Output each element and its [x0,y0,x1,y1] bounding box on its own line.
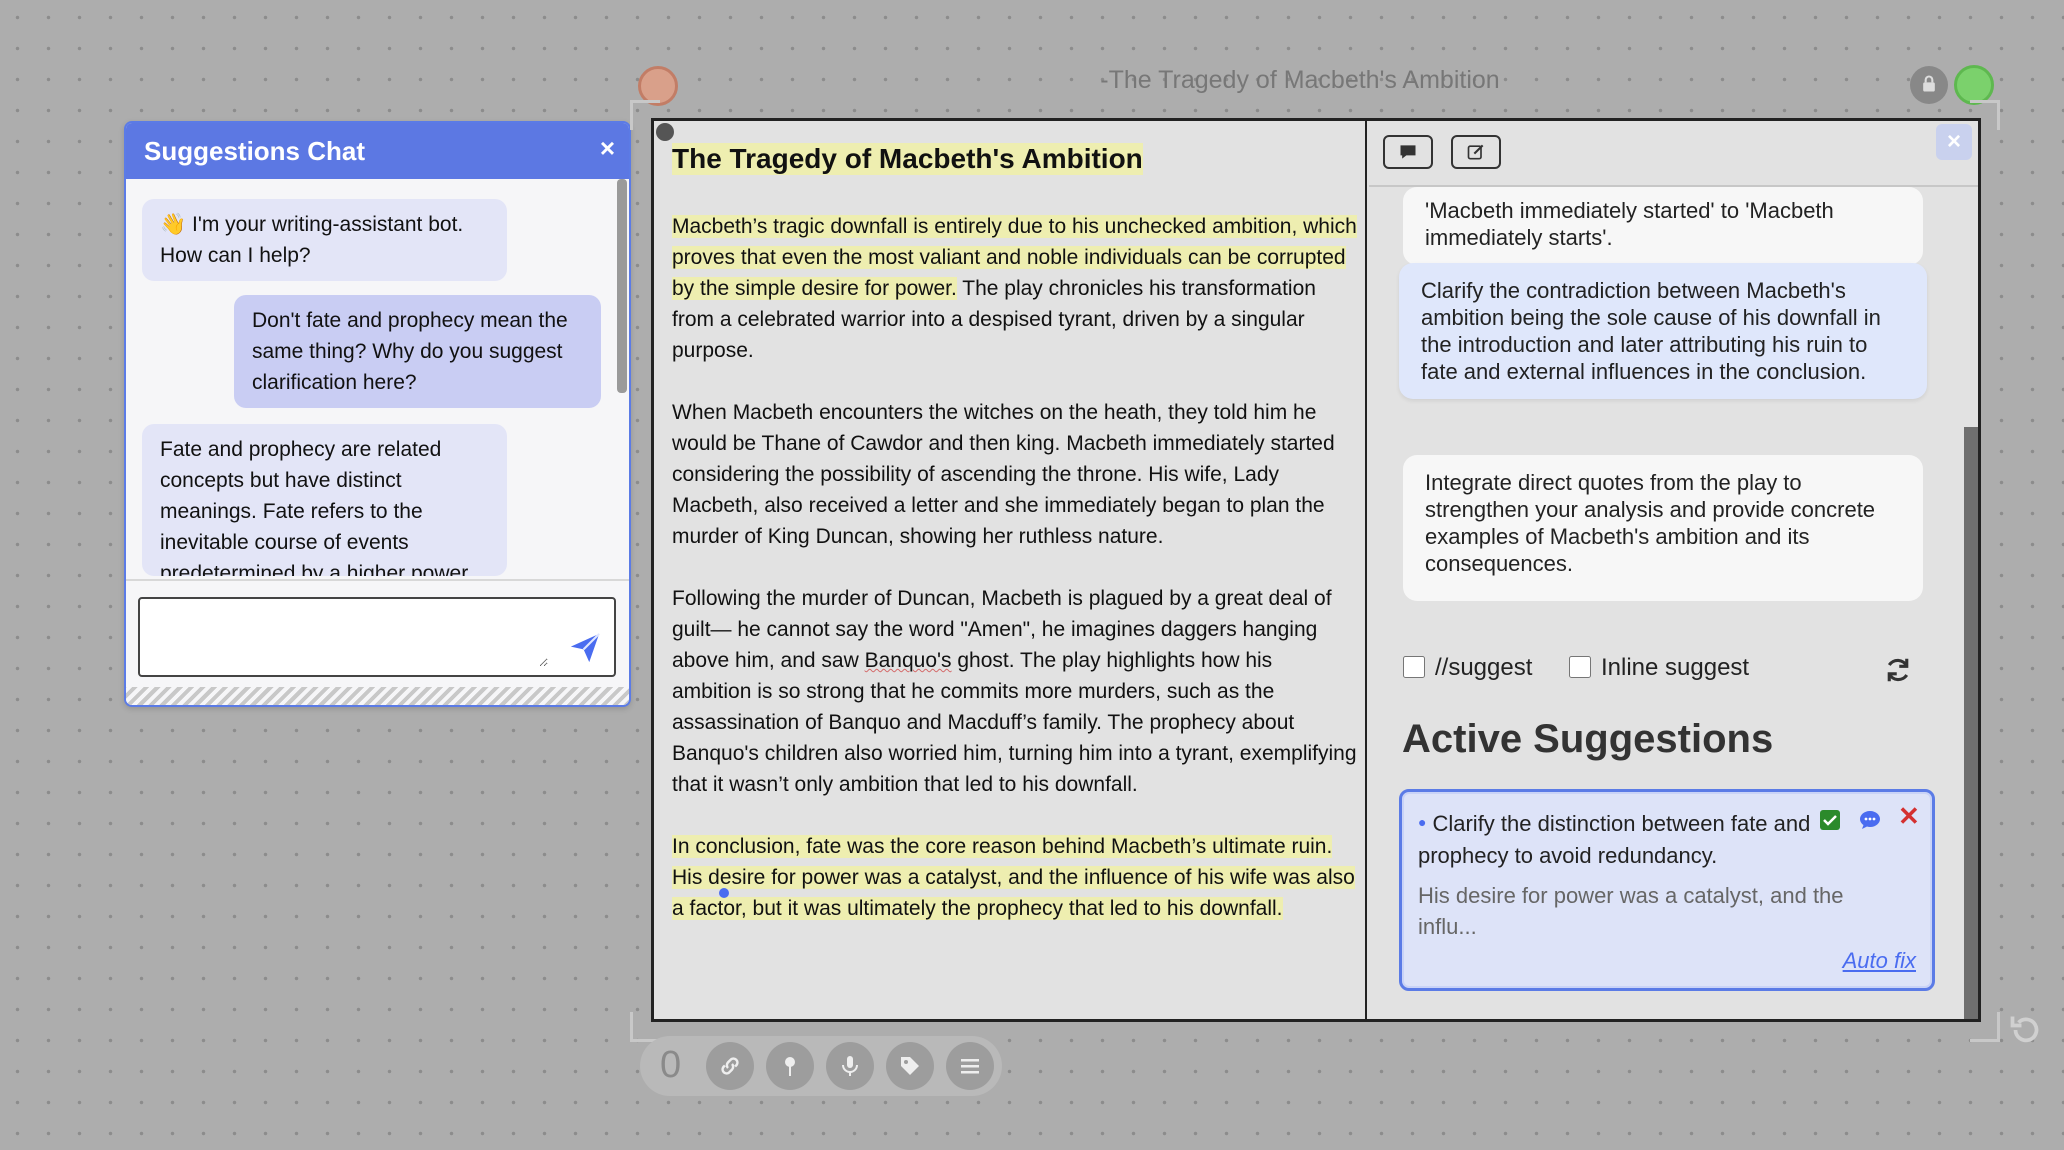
status-indicator[interactable] [1954,65,1994,105]
mic-button[interactable] [826,1042,874,1090]
undo-icon[interactable] [2008,1012,2044,1048]
edit-button[interactable] [1451,135,1501,169]
paragraph[interactable]: In conclusion, fate was the core reason … [672,831,1357,924]
drag-handle[interactable] [656,123,674,141]
reject-icon[interactable]: ✕ [1898,803,1920,829]
check-icon [1823,815,1837,826]
tag-icon [901,1057,919,1075]
essay-pane[interactable]: The Tragedy of Macbeth's Ambition Macbet… [654,121,1367,1019]
edit-icon [1467,144,1484,160]
auto-fix-link[interactable]: Auto fix [1843,948,1916,974]
lock-button[interactable] [1910,66,1948,104]
accept-icon[interactable] [1820,810,1840,830]
comment-button[interactable] [1383,135,1433,169]
inline-suggest-checkbox[interactable] [1569,655,1591,678]
resize-handle[interactable] [126,687,629,705]
essay-body[interactable]: Macbeth’s tragic downfall is entirely du… [672,211,1357,955]
send-icon[interactable] [568,631,602,665]
suggest-label: //suggest [1435,654,1533,681]
chat-header: Suggestions Chat × [126,123,629,179]
link-button[interactable] [706,1042,754,1090]
lock-icon [1923,75,1935,92]
suggestion-card[interactable]: 'Macbeth immediately started' to 'Macbet… [1403,187,1923,265]
suggest-checkbox[interactable] [1403,655,1425,678]
bullet-icon: ● [1418,814,1427,830]
inline-suggest-label: Inline suggest [1601,654,1750,681]
active-suggestion-text: ● Clarify the distinction between fate an… [1418,806,1818,872]
document-window: The Tragedy of Macbeth's Ambition Macbet… [651,118,1981,1022]
refresh-icon[interactable] [1883,655,1913,685]
active-suggestions-heading: Active Suggestions [1402,717,1774,761]
suggestions-scrollbar[interactable] [1964,427,1978,1019]
user-message: Don't fate and prophecy mean the same th… [234,295,601,408]
window-close-button[interactable]: × [1936,124,1972,160]
chat-bubble-icon[interactable] [1858,808,1882,832]
pin-icon [785,1057,795,1076]
pin-button[interactable] [766,1042,814,1090]
suggestion-card[interactable]: Integrate direct quotes from the play to… [1403,455,1923,601]
active-suggestion-label: Clarify the distinction between fate and… [1418,811,1811,868]
paragraph[interactable]: Following the murder of Duncan, Macbeth … [672,583,1357,800]
chat-title: Suggestions Chat [144,136,366,166]
divider [126,579,629,581]
suggestion-card[interactable]: Clarify the contradiction between Macbet… [1399,263,1927,399]
menu-icon [961,1059,979,1074]
mic-icon [842,1056,858,1076]
inline-suggest-toggle[interactable]: Inline suggest [1569,654,1749,682]
comment-icon [1400,145,1416,159]
suggestion-excerpt: His desire for power was a catalyst, and… [1418,883,1844,939]
chat-scrollbar[interactable] [617,179,627,393]
highlighted-text[interactable]: In conclusion, fate was the core reason … [672,835,1355,920]
suggest-toggle[interactable]: //suggest [1403,654,1532,682]
essay-title[interactable]: The Tragedy of Macbeth's Ambition [672,143,1143,175]
suggestions-chat-panel: Suggestions Chat × 👋 I'm your writing-as… [124,121,631,707]
bot-message: Fate and prophecy are related concepts b… [142,424,507,576]
paragraph[interactable]: Macbeth’s tragic downfall is entirely du… [672,211,1357,366]
bottom-toolbar: 0 [640,1036,1002,1096]
paragraph[interactable]: When Macbeth encounters the witches on t… [672,397,1357,552]
spelling-flag[interactable]: Banquo's [865,649,952,672]
text-cursor [719,888,729,898]
active-suggestion-card[interactable]: ● Clarify the distinction between fate an… [1399,789,1935,991]
menu-button[interactable] [946,1042,994,1090]
suggestions-pane: 'Macbeth immediately started' to 'Macbet… [1369,121,1978,1019]
chat-input[interactable] [148,607,548,667]
bot-message: 👋 I'm your writing-assistant bot. How ca… [142,199,507,281]
chat-input-box [138,597,616,677]
window-title: -The Tragedy of Macbeth's Ambition [1100,66,1500,94]
chat-close-button[interactable]: × [600,133,615,164]
count-badge: 0 [660,1044,682,1086]
link-icon [721,1057,739,1075]
suggestion-text: 'Macbeth immediately started' to 'Macbet… [1425,198,1834,250]
tag-button[interactable] [886,1042,934,1090]
